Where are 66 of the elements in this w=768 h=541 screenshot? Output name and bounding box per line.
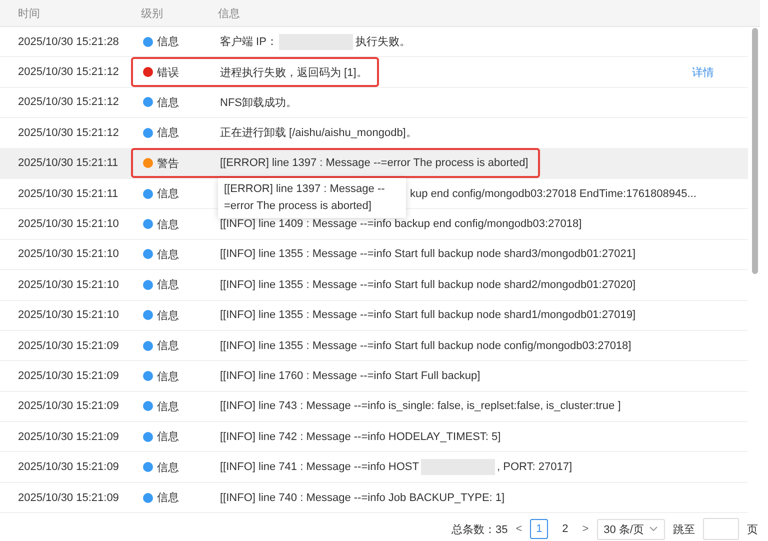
time-cell-text: 2025/10/30 15:21:09 (17, 430, 120, 443)
time-cell-text: 2025/10/30 15:21:09 (17, 370, 120, 382)
time-cell-text: 2025/10/30 15:21:28 (17, 36, 120, 48)
message-text: 执行失败。 (355, 35, 410, 50)
time-cell-text: 2025/10/30 15:21:09 (17, 461, 120, 474)
prev-page-button[interactable]: < (516, 523, 522, 536)
message-text: [[ERROR] line 1397 : Message --=error The process is aborted] (220, 157, 528, 170)
message-text: 进程执行失败，返回码为 [1]。 (220, 66, 368, 80)
level-text: 信息 (157, 460, 179, 475)
message-text: , PORT: 27017] (497, 461, 572, 474)
time-cell-text: 2025/10/30 15:21:10 (17, 248, 120, 260)
message-text: [[INFO] line 1409 : Message --=info backup end config/mongodb03:27018] (220, 218, 582, 230)
level-text: 信息 (157, 370, 179, 384)
message-text: 正在进行卸载 [/aishu/aishu_mongodb]。 (220, 126, 417, 140)
level-text: 信息 (157, 339, 179, 354)
message-text: 客户端 IP： (220, 34, 278, 50)
time-cell-text: 2025/10/30 15:21:09 (17, 340, 120, 352)
message-text: [[INFO] line 740 : Message --=info Job BACKUP_TYPE: 1] (220, 492, 505, 504)
message-text: [[INFO] line 742 : Message --=info HODELAY_TIMEST: 5] (220, 430, 501, 443)
jump-label: 跳至 (673, 522, 695, 537)
message-text: [[INFO] line 1760 : Message --=info Start Full backup] (220, 370, 480, 382)
column-header: 时间 (17, 6, 41, 20)
level-text: 错误 (157, 66, 179, 80)
time-cell-text: 2025/10/30 15:21:11 (17, 157, 120, 170)
time-cell-text: 2025/10/30 15:21:12 (17, 96, 120, 108)
details-link[interactable]: 详情 (692, 64, 714, 80)
page-button[interactable]: 2 (556, 519, 574, 540)
time-cell-text: 2025/10/30 15:21:09 (17, 492, 120, 504)
time-cell-text: 2025/10/30 15:21:10 (17, 218, 120, 230)
total-count: 总条数：35 (452, 522, 508, 537)
message-text: [[INFO] line 1355 : Message --=info Start full backup node shard2/mongodb01:27020] (220, 278, 636, 291)
message-text: [[INFO] line 1355 : Message --=info Start full backup node config/mongodb03:27018] (220, 340, 632, 352)
column-header: 级别 (141, 6, 164, 20)
next-page-button[interactable]: > (582, 523, 589, 536)
level-text: 信息 (157, 218, 179, 232)
time-cell-text: 2025/10/30 15:21:10 (17, 278, 120, 291)
time-cell-text: 2025/10/30 15:21:12 (17, 126, 120, 139)
page-unit: 页 (747, 522, 758, 537)
message-text: kup end config/mongodb03:27018 EndTime:1761808945... (410, 188, 696, 200)
time-cell-text: 2025/10/30 15:21:12 (17, 66, 120, 78)
level-text: 信息 (157, 126, 179, 140)
page-button[interactable]: 1 (530, 519, 548, 540)
level-text: 信息 (157, 278, 179, 292)
level-text: 信息 (157, 400, 179, 414)
level-text: 信息 (157, 430, 179, 444)
message-text: [[INFO] line 1355 : Message --=info Start full backup node shard3/mongodb01:27021] (220, 248, 636, 260)
chevron-icon (649, 526, 658, 532)
level-text: 信息 (157, 308, 179, 323)
message-text: [[INFO] line 743 : Message --=info is_single: false, is_replset:false, is_cluster:true ] (220, 400, 621, 412)
column-header: 信息 (218, 6, 240, 20)
level-text: 信息 (157, 248, 179, 262)
message-text: [[INFO] line 1355 : Message --=info Start full backup node shard1/mongodb01:27019] (220, 309, 636, 322)
message-text: [[INFO] line 741 : Message --=info HOST (220, 461, 419, 474)
message-text: NFS卸载成功。 (220, 96, 297, 110)
page-input[interactable] (703, 518, 739, 540)
page-size-select[interactable]: 30 条/页 (596, 518, 665, 540)
level-text: 信息 (157, 96, 179, 110)
time-cell-text: 2025/10/30 15:21:10 (17, 309, 120, 322)
tooltip: [[ERROR] line 1397 : Message --=error The process is aborted] (218, 178, 406, 218)
level-text: 信息 (157, 187, 179, 202)
scrollbar[interactable] (752, 28, 758, 274)
time-cell-text: 2025/10/30 15:21:09 (17, 400, 120, 412)
time-cell-text: 2025/10/30 15:21:11 (17, 188, 120, 200)
level-text: 信息 (157, 491, 179, 506)
level-text: 信息 (157, 35, 179, 50)
level-text: 警告 (157, 156, 179, 171)
